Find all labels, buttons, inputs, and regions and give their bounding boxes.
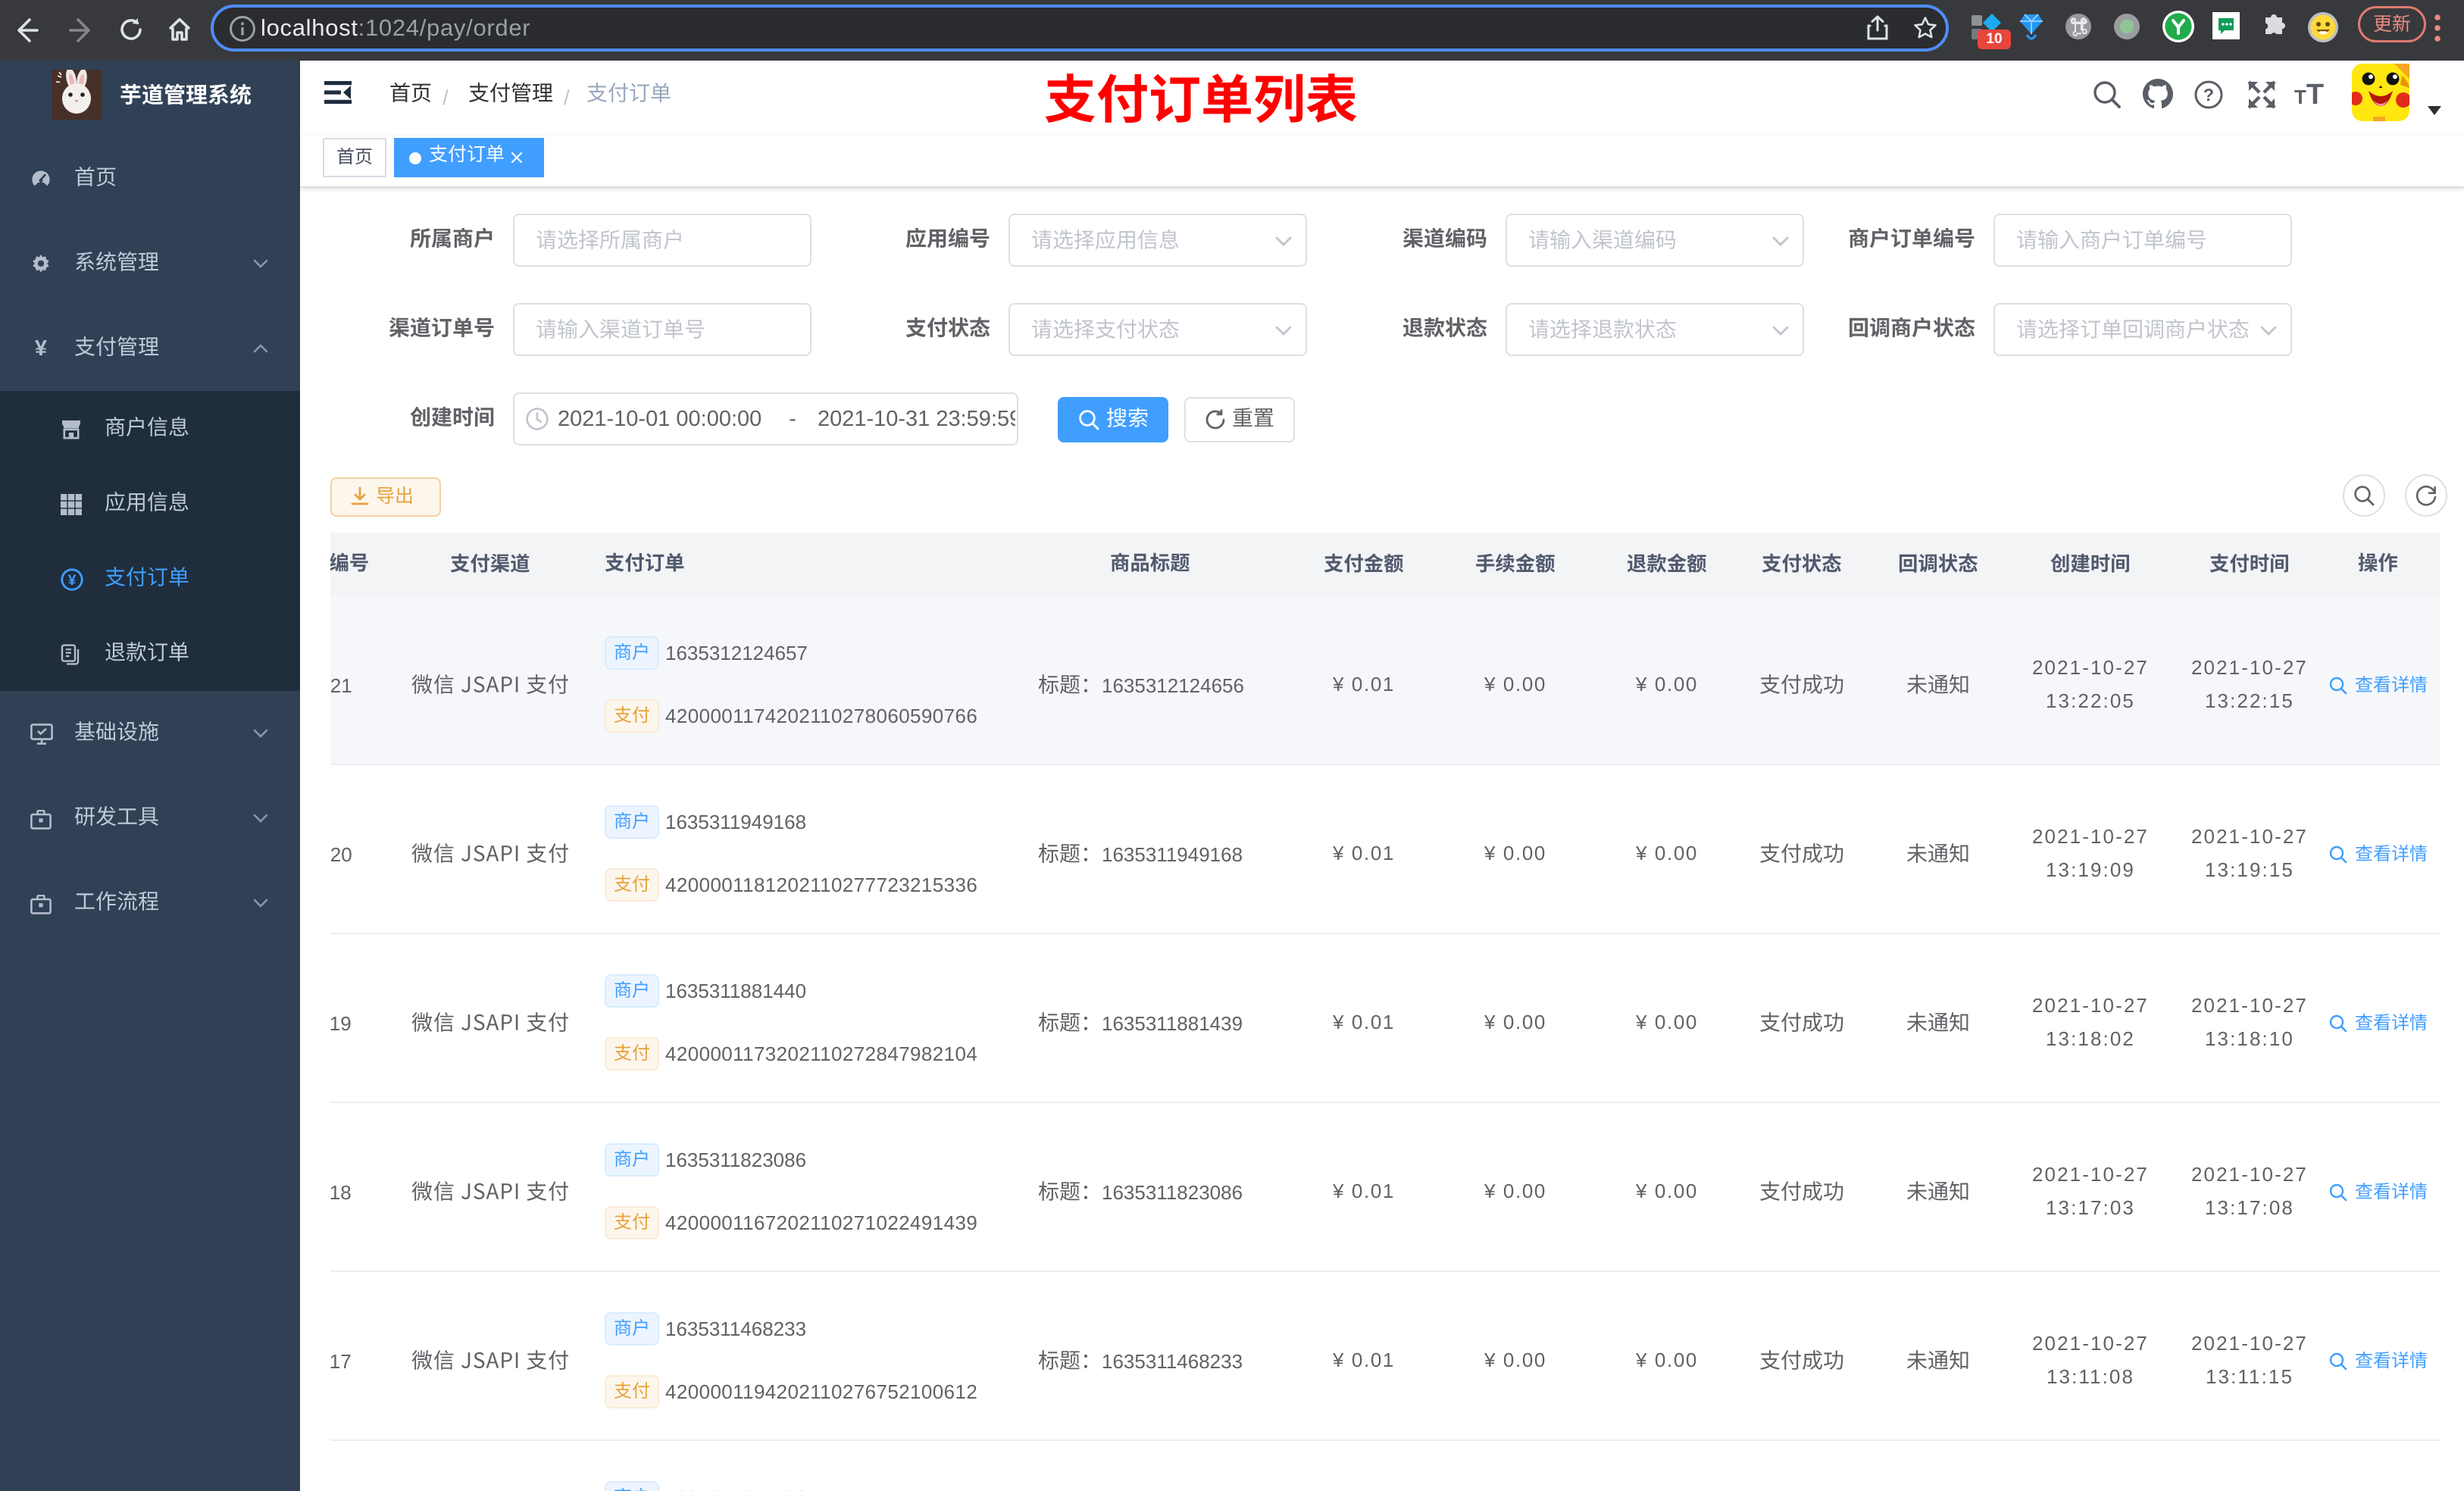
svg-text:¥: ¥ [68, 573, 77, 589]
svg-text:?: ? [2203, 85, 2214, 105]
